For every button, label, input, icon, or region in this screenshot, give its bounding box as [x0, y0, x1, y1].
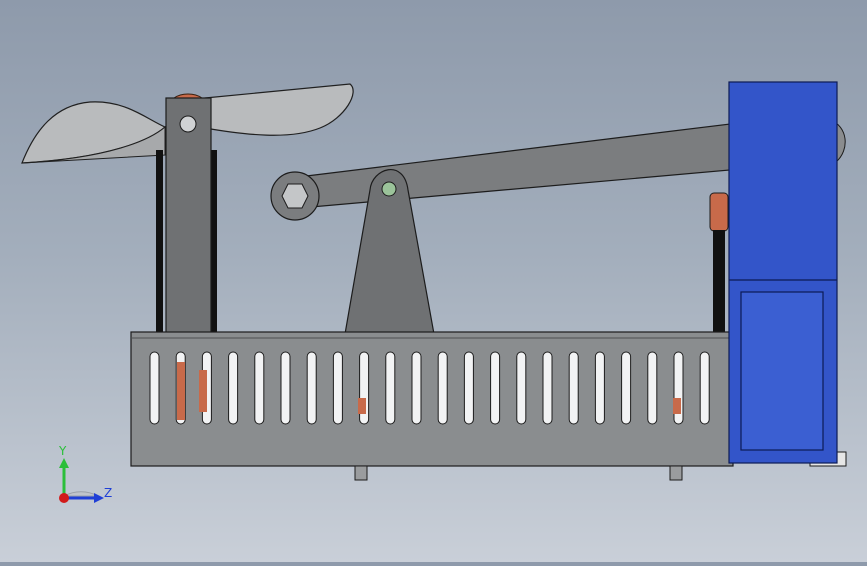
base-slot: [280, 351, 291, 425]
base-slot: [490, 351, 501, 425]
y-axis-label: Y: [58, 444, 67, 458]
base-slot: [621, 351, 632, 425]
inner-copper-4: [673, 398, 681, 414]
base-slot: [542, 351, 553, 425]
base-slot: [254, 351, 265, 425]
motor-housing[interactable]: [728, 81, 838, 464]
base-slot: [332, 351, 343, 425]
base-slot: [149, 351, 160, 425]
base-slot: [647, 351, 658, 425]
base-slot: [699, 351, 710, 425]
inner-copper-1: [177, 362, 185, 420]
axis-triad: Y Z: [58, 444, 112, 503]
base-slot: [516, 351, 527, 425]
model-canvas[interactable]: Y Z: [0, 0, 867, 562]
base-slot: [306, 351, 317, 425]
right-pulley: [709, 192, 729, 232]
left-post[interactable]: [165, 97, 212, 335]
right-belt: [713, 230, 725, 334]
slotted-base[interactable]: [130, 331, 734, 467]
left-belt: [156, 150, 163, 332]
base-slot: [411, 351, 422, 425]
z-axis-label: Z: [104, 486, 112, 500]
base-slot: [437, 351, 448, 425]
base-slot: [385, 351, 396, 425]
base-slot: [568, 351, 579, 425]
inner-copper-3: [358, 398, 366, 414]
base-slot: [228, 351, 239, 425]
cad-viewport[interactable]: Y Z: [0, 0, 867, 562]
inner-copper-2: [199, 370, 207, 412]
base-slot: [463, 351, 474, 425]
base-slot: [594, 351, 605, 425]
